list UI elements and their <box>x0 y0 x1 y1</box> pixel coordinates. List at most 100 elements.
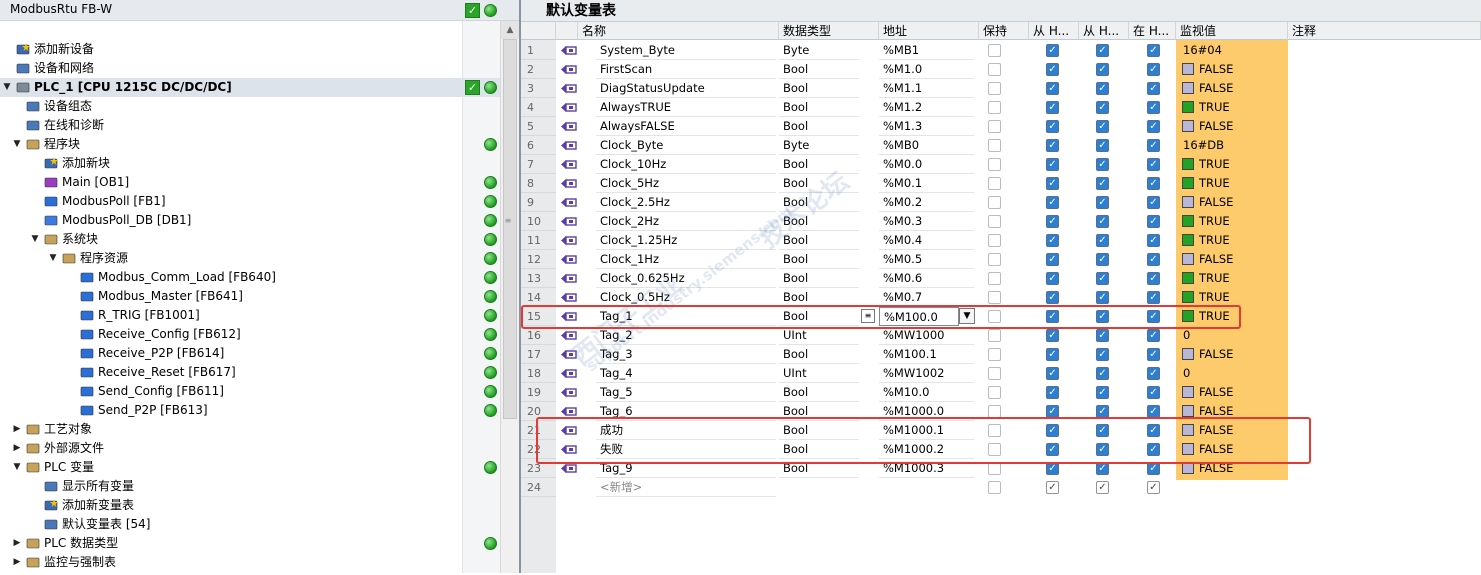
tree-item[interactable]: 添加新设备 <box>0 40 500 59</box>
column-header[interactable]: 从 H... <box>1079 22 1129 40</box>
tag-name[interactable]: FirstScan <box>596 60 776 79</box>
tree-item[interactable]: ▶ PLC 数据类型 <box>0 534 500 553</box>
expand-arrow-icon[interactable]: ▼ <box>12 458 22 477</box>
tag-address[interactable]: %M10.0 <box>879 383 974 402</box>
hmi-access-checkbox[interactable]: ✓ <box>1096 329 1109 342</box>
hmi-access-checkbox[interactable]: ✓ <box>1096 272 1109 285</box>
column-header[interactable]: 地址 <box>879 22 979 40</box>
tag-address[interactable]: %M1.3 <box>879 117 974 136</box>
hmi-access-checkbox[interactable]: ✓ <box>1147 234 1160 247</box>
retain-checkbox[interactable] <box>988 196 1001 209</box>
tag-address[interactable]: %M0.2 <box>879 193 974 212</box>
tag-name[interactable]: Tag_4 <box>596 364 776 383</box>
tree-item[interactable]: 在线和诊断 <box>0 116 500 135</box>
hmi-access-checkbox[interactable]: ✓ <box>1096 291 1109 304</box>
collapse-arrow-icon[interactable]: ▶ <box>12 553 22 572</box>
hmi-access-checkbox[interactable]: ✓ <box>1096 234 1109 247</box>
retain-checkbox[interactable] <box>988 101 1001 114</box>
tree-item[interactable]: ▼ PLC_1 [CPU 1215C DC/DC/DC] <box>0 78 500 97</box>
hmi-access-checkbox[interactable]: ✓ <box>1096 253 1109 266</box>
hmi-access-checkbox[interactable]: ✓ <box>1046 196 1059 209</box>
column-header[interactable]: 注释 <box>1288 22 1481 40</box>
tag-data-type[interactable]: Bool <box>779 79 859 98</box>
hmi-access-checkbox[interactable]: ✓ <box>1046 158 1059 171</box>
tree-item[interactable]: Receive_Config [FB612] <box>0 325 500 344</box>
hmi-access-checkbox[interactable]: ✓ <box>1096 101 1109 114</box>
hmi-access-checkbox[interactable]: ✓ <box>1046 63 1059 76</box>
tag-name[interactable]: Clock_Byte <box>596 136 776 155</box>
retain-checkbox[interactable] <box>988 63 1001 76</box>
hmi-access-checkbox[interactable]: ✓ <box>1046 177 1059 190</box>
tag-address[interactable]: %M100.1 <box>879 345 974 364</box>
tree-item[interactable]: 显示所有变量 <box>0 477 500 496</box>
hmi-access-checkbox[interactable]: ✓ <box>1096 215 1109 228</box>
tag-data-type[interactable]: Bool <box>779 250 859 269</box>
tag-address[interactable]: %M0.5 <box>879 250 974 269</box>
tree-header[interactable]: ModbusRtu FB-W ✓ <box>0 0 519 21</box>
tree-item[interactable]: ModbusPoll [FB1] <box>0 192 500 211</box>
column-header[interactable]: 数据类型 <box>779 22 879 40</box>
hmi-access-checkbox[interactable]: ✓ <box>1096 196 1109 209</box>
hmi-access-checkbox[interactable]: ✓ <box>1147 348 1160 361</box>
tag-name[interactable]: AlwaysFALSE <box>596 117 776 136</box>
tag-address[interactable]: %M0.3 <box>879 212 974 231</box>
hmi-access-checkbox[interactable]: ✓ <box>1046 101 1059 114</box>
tag-address[interactable]: %MB0 <box>879 136 974 155</box>
tag-data-type[interactable]: Bool <box>779 60 859 79</box>
hmi-access-checkbox[interactable]: ✓ <box>1046 367 1059 380</box>
hmi-access-checkbox[interactable]: ✓ <box>1147 177 1160 190</box>
hmi-access-checkbox[interactable]: ✓ <box>1046 481 1059 494</box>
hmi-access-checkbox[interactable]: ✓ <box>1147 253 1160 266</box>
tag-data-type[interactable]: Bool <box>779 269 859 288</box>
column-header[interactable]: 保持 <box>979 22 1029 40</box>
tag-data-type[interactable]: Byte <box>779 41 859 60</box>
hmi-access-checkbox[interactable]: ✓ <box>1096 367 1109 380</box>
tag-name[interactable]: Clock_2Hz <box>596 212 776 231</box>
tree-item[interactable]: 设备和网络 <box>0 59 500 78</box>
hmi-access-checkbox[interactable]: ✓ <box>1046 386 1059 399</box>
tree-item[interactable]: Receive_P2P [FB614] <box>0 344 500 363</box>
hmi-access-checkbox[interactable]: ✓ <box>1096 63 1109 76</box>
tag-name[interactable]: Clock_10Hz <box>596 155 776 174</box>
hmi-access-checkbox[interactable]: ✓ <box>1147 291 1160 304</box>
tree-scrollbar[interactable]: ▲ ≡ <box>500 21 519 573</box>
column-header[interactable]: 监视值 <box>1176 22 1288 40</box>
tag-address[interactable]: %M0.6 <box>879 269 974 288</box>
hmi-access-checkbox[interactable]: ✓ <box>1147 329 1160 342</box>
tree-item[interactable]: Receive_Reset [FB617] <box>0 363 500 382</box>
retain-checkbox[interactable] <box>988 44 1001 57</box>
hmi-access-checkbox[interactable]: ✓ <box>1147 196 1160 209</box>
tree-item[interactable]: ▶ 外部源文件 <box>0 439 500 458</box>
retain-checkbox[interactable] <box>988 367 1001 380</box>
tree-item[interactable]: ▼ PLC 变量 <box>0 458 500 477</box>
column-header[interactable]: 在 H... <box>1129 22 1176 40</box>
hmi-access-checkbox[interactable]: ✓ <box>1147 215 1160 228</box>
tag-name[interactable]: Clock_2.5Hz <box>596 193 776 212</box>
tag-name[interactable]: Clock_5Hz <box>596 174 776 193</box>
hmi-access-checkbox[interactable]: ✓ <box>1096 120 1109 133</box>
retain-checkbox[interactable] <box>988 82 1001 95</box>
hmi-access-checkbox[interactable]: ✓ <box>1096 348 1109 361</box>
retain-checkbox[interactable] <box>988 253 1001 266</box>
tag-address[interactable]: %M0.1 <box>879 174 974 193</box>
hmi-access-checkbox[interactable]: ✓ <box>1046 234 1059 247</box>
tree-item[interactable]: ▼ 系统块 <box>0 230 500 249</box>
retain-checkbox[interactable] <box>988 348 1001 361</box>
collapse-arrow-icon[interactable]: ▶ <box>12 534 22 553</box>
retain-checkbox[interactable] <box>988 234 1001 247</box>
tag-address[interactable]: %M1.1 <box>879 79 974 98</box>
hmi-access-checkbox[interactable]: ✓ <box>1046 329 1059 342</box>
hmi-access-checkbox[interactable]: ✓ <box>1096 481 1109 494</box>
retain-checkbox[interactable] <box>988 120 1001 133</box>
tree-item[interactable]: ModbusPoll_DB [DB1] <box>0 211 500 230</box>
tree-item[interactable]: ▶ 监控与强制表 <box>0 553 500 572</box>
tag-address[interactable]: %M1.0 <box>879 60 974 79</box>
retain-checkbox[interactable] <box>988 329 1001 342</box>
hmi-access-checkbox[interactable]: ✓ <box>1096 177 1109 190</box>
hmi-access-checkbox[interactable]: ✓ <box>1046 82 1059 95</box>
hmi-access-checkbox[interactable]: ✓ <box>1096 82 1109 95</box>
hmi-access-checkbox[interactable]: ✓ <box>1147 158 1160 171</box>
collapse-arrow-icon[interactable]: ▶ <box>12 439 22 458</box>
tree-item[interactable]: Send_Config [FB611] <box>0 382 500 401</box>
expand-arrow-icon[interactable]: ▼ <box>48 249 58 268</box>
